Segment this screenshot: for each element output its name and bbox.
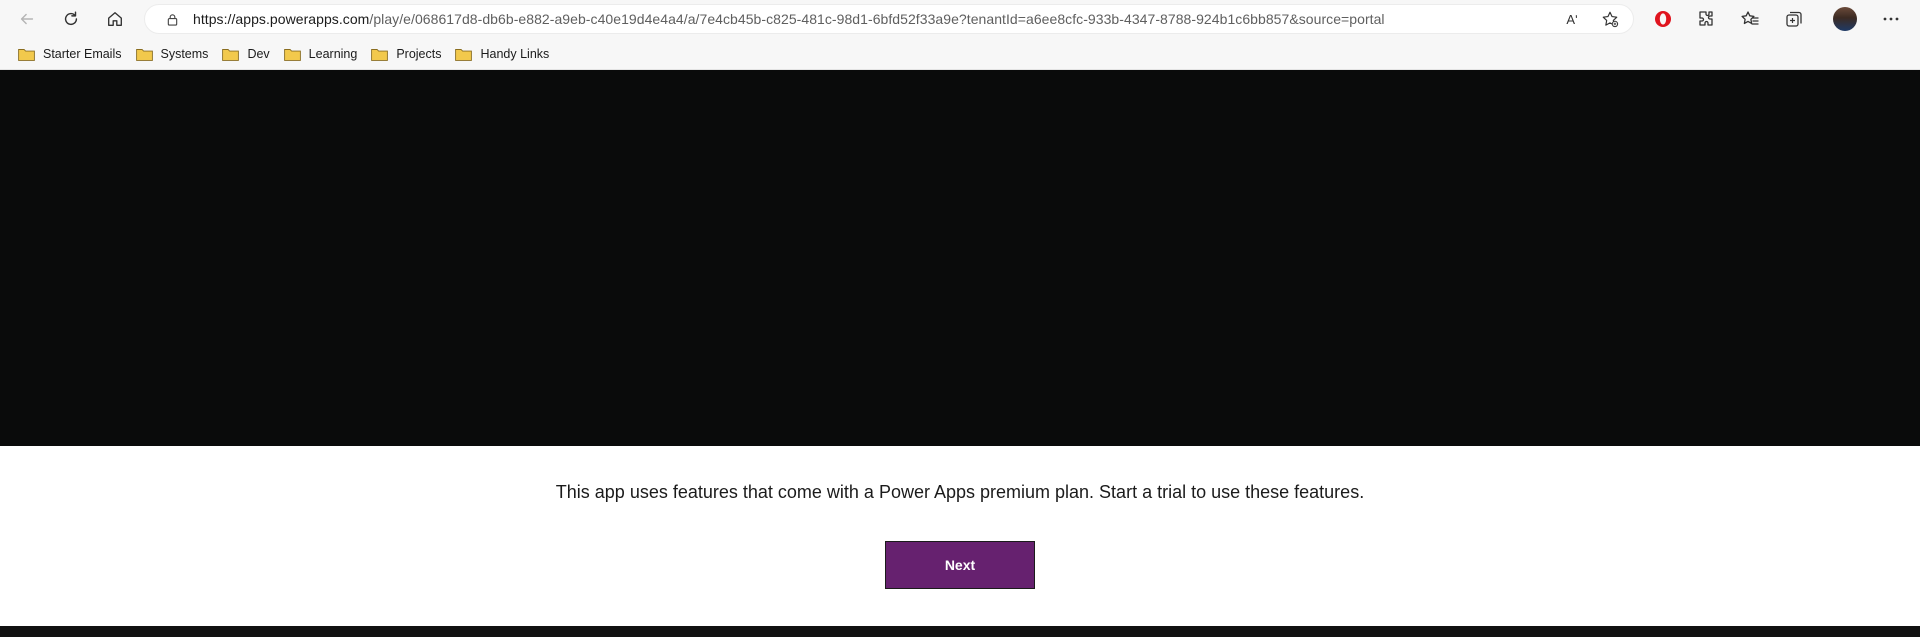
url-text[interactable]: https://apps.powerapps.com/play/e/068617… — [193, 11, 1561, 27]
bookmark-label: Dev — [247, 47, 270, 61]
refresh-icon — [64, 11, 78, 26]
settings-more-button[interactable] — [1876, 4, 1906, 34]
premium-message: This app uses features that come with a … — [555, 482, 1365, 502]
next-button[interactable]: Next — [885, 541, 1035, 589]
folder-icon — [222, 48, 240, 61]
bookmark-label: Handy Links — [480, 47, 550, 61]
bookmark-folder[interactable]: Projects — [365, 41, 447, 67]
avatar — [1833, 7, 1857, 31]
favorites-icon[interactable] — [1735, 4, 1765, 34]
home-button[interactable] — [100, 4, 130, 34]
folder-icon — [283, 48, 301, 61]
profile-avatar[interactable] — [1830, 4, 1860, 34]
back-arrow-icon — [20, 13, 34, 25]
bookmark-folder[interactable]: Systems — [130, 41, 215, 67]
back-button[interactable] — [12, 4, 42, 34]
home-icon — [108, 12, 122, 26]
bookmark-label: Systems — [160, 47, 209, 61]
bookmark-folder[interactable]: Starter Emails — [12, 41, 128, 67]
folder-icon — [455, 48, 473, 61]
app-header-panel — [0, 70, 1920, 446]
refresh-button[interactable] — [56, 4, 86, 34]
browser-toolbar: https://apps.powerapps.com/play/e/068617… — [0, 0, 1920, 38]
bottom-bar — [0, 626, 1920, 637]
browser-chrome: https://apps.powerapps.com/play/e/068617… — [0, 0, 1920, 70]
lock-icon — [165, 12, 179, 26]
url-path: /play/e/068617d8-db6b-e882-a9eb-c40e19d4… — [369, 11, 1385, 27]
opera-extension-icon[interactable] — [1648, 4, 1678, 34]
bookmark-label: Learning — [308, 47, 358, 61]
add-favorite-icon[interactable] — [1599, 8, 1621, 30]
address-bar[interactable]: https://apps.powerapps.com/play/e/068617… — [144, 4, 1634, 34]
url-host: https://apps.powerapps.com — [193, 11, 370, 27]
read-aloud-icon[interactable]: Aʹ — [1561, 8, 1583, 30]
bookmark-label: Starter Emails — [43, 47, 122, 61]
folder-icon — [371, 48, 389, 61]
bookmark-folder[interactable]: Handy Links — [449, 41, 555, 67]
bookmark-folder[interactable]: Dev — [216, 41, 275, 67]
collections-icon[interactable] — [1779, 4, 1809, 34]
extensions-icon[interactable] — [1691, 4, 1721, 34]
bookmarks-bar: Starter Emails Systems Dev Learning Proj… — [0, 38, 1920, 70]
folder-icon — [135, 48, 153, 61]
bookmark-folder[interactable]: Learning — [278, 41, 364, 67]
folder-icon — [18, 48, 35, 61]
more-icon — [1883, 17, 1899, 21]
bookmark-label: Projects — [396, 47, 442, 61]
premium-plan-notice: This app uses features that come with a … — [0, 446, 1920, 626]
